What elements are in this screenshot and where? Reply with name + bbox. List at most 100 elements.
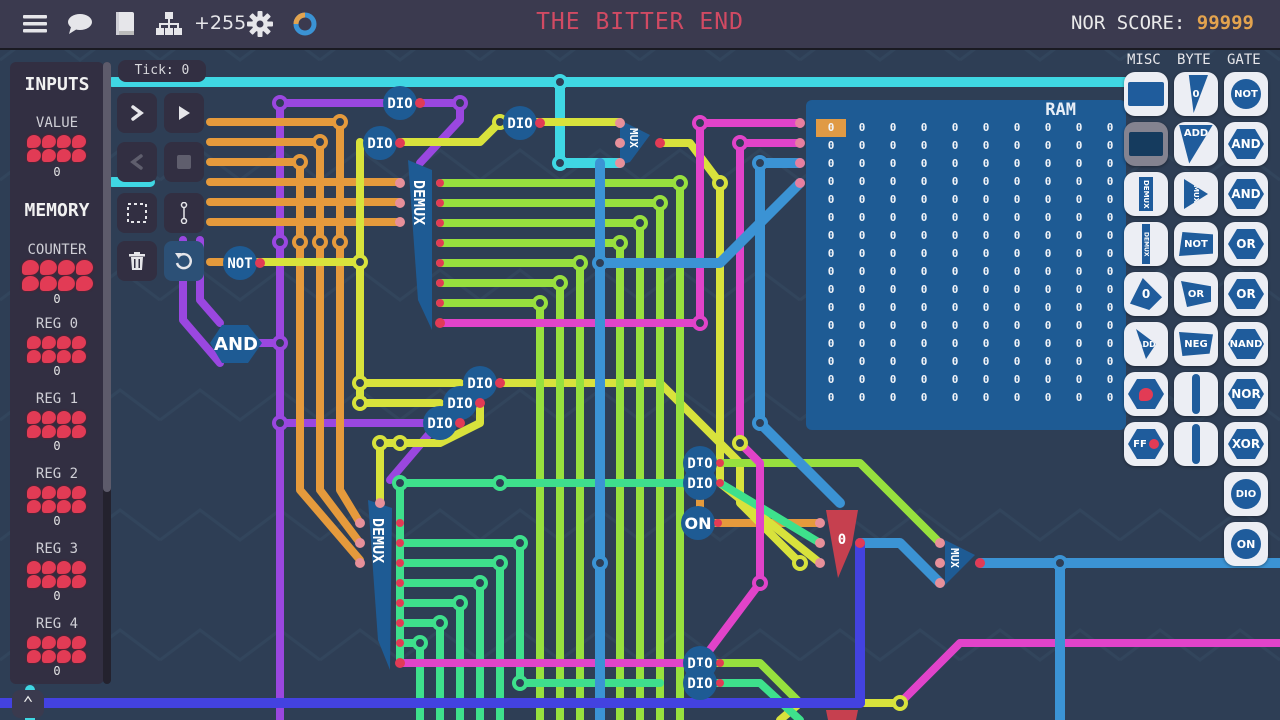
step-back-button[interactable] bbox=[117, 142, 157, 182]
collapse-panel-button[interactable]: ⌃ bbox=[12, 690, 44, 718]
palette-display[interactable] bbox=[1124, 72, 1168, 116]
bit-led[interactable] bbox=[27, 149, 41, 162]
memory-label: REG 2 bbox=[35, 466, 79, 482]
input-value-bits[interactable] bbox=[27, 135, 86, 162]
palette-gate-dio[interactable]: DIO bbox=[1224, 472, 1268, 516]
palette-gate-on[interactable]: ON bbox=[1224, 522, 1268, 566]
on-component[interactable]: ON bbox=[681, 506, 715, 540]
palette-gate-not[interactable]: NOT bbox=[1224, 72, 1268, 116]
ram-cell: 0 bbox=[951, 283, 959, 296]
ram-cell: 0 bbox=[827, 265, 835, 278]
delete-button[interactable] bbox=[117, 241, 157, 281]
palette-demux-wide[interactable]: DEMUX bbox=[1124, 222, 1168, 266]
palette-byte-mux[interactable]: MUX bbox=[1174, 172, 1218, 216]
gear-icon[interactable] bbox=[246, 10, 274, 38]
bit-led[interactable] bbox=[72, 149, 86, 162]
palette-byte-not[interactable]: NOT bbox=[1174, 222, 1218, 266]
palette-byte-add[interactable]: ADD bbox=[1174, 122, 1218, 166]
palette-flip-flop[interactable]: FF bbox=[1124, 422, 1168, 466]
palette-add-small[interactable]: ADD bbox=[1124, 322, 1168, 366]
palette-byte-maker[interactable] bbox=[1174, 422, 1218, 466]
ram-cell: 0 bbox=[982, 247, 990, 260]
speech-bubble-icon[interactable] bbox=[66, 10, 94, 38]
svg-text:MUX: MUX bbox=[627, 128, 640, 148]
palette-byte-neg[interactable]: NEG bbox=[1174, 322, 1218, 366]
dio-component[interactable]: DIO bbox=[503, 106, 537, 140]
ram-cell: 0 bbox=[827, 247, 835, 260]
ram-cell: 0 bbox=[1075, 265, 1083, 278]
ram-cell: 0 bbox=[858, 319, 866, 332]
palette-gate-and[interactable]: AND bbox=[1224, 122, 1268, 166]
hamburger-menu-icon[interactable] bbox=[21, 10, 49, 38]
ram-component[interactable]: RAM 000000000000000000000000000000000000… bbox=[806, 100, 1126, 430]
dio-component[interactable]: DIO bbox=[363, 126, 397, 160]
ram-cell: 0 bbox=[920, 247, 928, 260]
ram-cell: 0 bbox=[1044, 247, 1052, 260]
ram-cell: 0 bbox=[858, 121, 866, 134]
ram-cell: 0 bbox=[920, 265, 928, 278]
palette-screen[interactable] bbox=[1124, 122, 1168, 166]
ram-cell: 0 bbox=[1013, 265, 1021, 278]
memory-bits bbox=[27, 336, 86, 363]
svg-text:DIO: DIO bbox=[687, 476, 712, 492]
wire-tool-button[interactable] bbox=[164, 193, 204, 233]
palette-register[interactable] bbox=[1124, 372, 1168, 416]
ram-cell: 0 bbox=[920, 355, 928, 368]
ram-cell: 0 bbox=[858, 337, 866, 350]
palette-constant[interactable]: 0 bbox=[1124, 272, 1168, 316]
bit-led bbox=[57, 575, 71, 588]
palette-byte-splitter[interactable] bbox=[1174, 372, 1218, 416]
palette-gate-xor[interactable]: XOR bbox=[1224, 422, 1268, 466]
bit-led[interactable] bbox=[57, 135, 71, 148]
nor-score-label: NOR SCORE: bbox=[1070, 12, 1186, 34]
bit-led[interactable] bbox=[27, 135, 41, 148]
ram-cell: 0 bbox=[889, 337, 897, 350]
nor-score: NOR SCORE: 99999 bbox=[1071, 12, 1254, 34]
bit-led[interactable] bbox=[57, 149, 71, 162]
constant-zero-component[interactable] bbox=[826, 710, 858, 720]
bit-led bbox=[42, 636, 56, 649]
select-tool-button[interactable] bbox=[117, 193, 157, 233]
tick-counter: Tick: 0 bbox=[118, 60, 206, 82]
ram-cell: 0 bbox=[1044, 211, 1052, 224]
not-gate[interactable]: NOT bbox=[223, 246, 257, 280]
palette-gate-nor[interactable]: NOR bbox=[1224, 372, 1268, 416]
dio-component[interactable]: DIO bbox=[683, 666, 717, 700]
memory-label: COUNTER bbox=[27, 242, 87, 258]
svg-text:DIO: DIO bbox=[367, 136, 392, 152]
palette-byte-constant[interactable]: 0 bbox=[1174, 72, 1218, 116]
palette-gate-and3[interactable]: AND bbox=[1224, 172, 1268, 216]
palette-gate-or[interactable]: OR bbox=[1224, 222, 1268, 266]
ram-cell: 0 bbox=[858, 175, 866, 188]
palette-demux[interactable]: DEMUX bbox=[1124, 172, 1168, 216]
ram-cell: 0 bbox=[1075, 283, 1083, 296]
dio-component[interactable]: DIO bbox=[423, 406, 457, 440]
palette-byte-or[interactable]: OR bbox=[1174, 272, 1218, 316]
ram-cell: 0 bbox=[889, 121, 897, 134]
step-forward-button[interactable] bbox=[117, 93, 157, 133]
dio-component[interactable]: DIO bbox=[683, 466, 717, 500]
stop-button[interactable] bbox=[164, 142, 204, 182]
undo-button[interactable] bbox=[164, 241, 204, 281]
ram-cell: 0 bbox=[982, 121, 990, 134]
bit-led[interactable] bbox=[72, 135, 86, 148]
ram-cell: 0 bbox=[889, 139, 897, 152]
ram-cell: 0 bbox=[951, 319, 959, 332]
scrollbar-thumb[interactable] bbox=[103, 62, 111, 492]
bit-led[interactable] bbox=[42, 149, 56, 162]
sidebar-scrollbar[interactable] bbox=[103, 62, 111, 684]
ram-cell: 0 bbox=[1013, 319, 1021, 332]
step-forward-icon bbox=[131, 105, 144, 121]
memory-value: 0 bbox=[53, 439, 61, 453]
palette-gate-or3[interactable]: OR bbox=[1224, 272, 1268, 316]
memory-value: 0 bbox=[53, 664, 61, 678]
book-icon[interactable] bbox=[111, 10, 139, 38]
ram-cell: 0 bbox=[1075, 337, 1083, 350]
palette-header-byte: BYTE bbox=[1177, 52, 1211, 68]
palette-gate-nand[interactable]: NAND bbox=[1224, 322, 1268, 366]
svg-text:DIO: DIO bbox=[467, 376, 492, 392]
bit-led[interactable] bbox=[42, 135, 56, 148]
dio-component[interactable]: DIO bbox=[383, 86, 417, 120]
hierarchy-icon[interactable] bbox=[155, 10, 183, 38]
play-button[interactable] bbox=[164, 93, 204, 133]
